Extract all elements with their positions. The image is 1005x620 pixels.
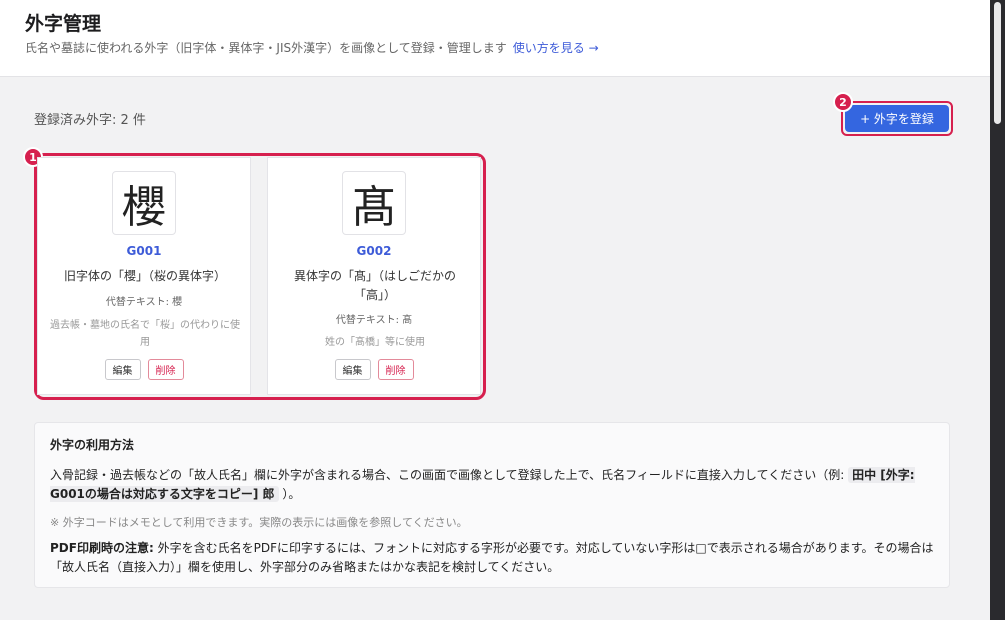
card-actions: 編集 削除	[38, 359, 250, 380]
gaiji-code: G002	[356, 244, 392, 258]
registered-count: 登録済み外字: 2 件	[34, 113, 146, 128]
usage-instructions: 入骨記録・過去帳などの「故人氏名」欄に外字が含まれる場合、この画面で画像として登…	[50, 466, 940, 504]
gaiji-alt-text: 代替テキスト: 髙	[335, 315, 413, 326]
help-link[interactable]: 使い方を見る →	[513, 41, 599, 55]
gaiji-code: G001	[126, 244, 162, 258]
page-subtitle: 氏名や墓誌に使われる外字（旧字体・異体字・JIS外漢字）を画像として登録・管理し…	[25, 39, 599, 56]
gaiji-card: 髙 G002 異体字の「髙」（はしごだかの「高」） 代替テキスト: 髙 姓の「髙…	[267, 157, 481, 395]
register-button-highlight: + 外字を登録	[841, 101, 953, 136]
glyph-image: 櫻	[112, 171, 176, 235]
usage-title: 外字の利用方法	[50, 438, 135, 452]
scrollbar-thumb[interactable]	[994, 2, 1001, 124]
page-header: 外字管理 氏名や墓誌に使われる外字（旧字体・異体字・JIS外漢字）を画像として登…	[0, 0, 990, 77]
pdf-print-note: PDF印刷時の注意: 外字を含む氏名をPDFに印字するには、フォントに対応する字…	[50, 539, 940, 577]
scrollbar[interactable]	[990, 0, 1005, 620]
usage-instructions-end: ）。	[282, 487, 301, 501]
usage-panel: 外字の利用方法 入骨記録・過去帳などの「故人氏名」欄に外字が含まれる場合、この画…	[34, 422, 950, 588]
delete-button[interactable]: 削除	[377, 359, 414, 380]
page-title: 外字管理	[25, 13, 102, 35]
glyph-image: 髙	[342, 171, 406, 235]
gaiji-description: 異体字の「髙」（はしごだかの「高」）	[293, 269, 456, 302]
edit-button[interactable]: 編集	[104, 359, 141, 380]
gaiji-note: 姓の「髙橋」等に使用	[325, 337, 425, 348]
pdf-print-note-label: PDF印刷時の注意:	[50, 541, 154, 555]
delete-button[interactable]: 削除	[147, 359, 184, 380]
gaiji-description: 旧字体の「櫻」（桜の異体字）	[63, 269, 226, 283]
usage-note: ※ 外字コードはメモとして利用できます。実際の表示には画像を参照してください。	[50, 516, 468, 529]
gaiji-note: 過去帳・墓地の氏名で「桜」の代わりに使用	[50, 320, 240, 348]
register-gaiji-button[interactable]: + 外字を登録	[845, 105, 949, 132]
pdf-print-note-text: 外字を含む氏名をPDFに印字するには、フォントに対応する字形が必要です。対応して…	[50, 541, 934, 574]
gaiji-alt-text: 代替テキスト: 櫻	[105, 297, 183, 308]
gaiji-card: 櫻 G001 旧字体の「櫻」（桜の異体字） 代替テキスト: 櫻 過去帳・墓地の氏…	[37, 157, 251, 395]
annotation-badge-2: 2	[833, 92, 853, 112]
subtitle-text: 氏名や墓誌に使われる外字（旧字体・異体字・JIS外漢字）を画像として登録・管理し…	[25, 41, 507, 55]
card-actions: 編集 削除	[268, 359, 480, 380]
edit-button[interactable]: 編集	[334, 359, 371, 380]
usage-instructions-text: 入骨記録・過去帳などの「故人氏名」欄に外字が含まれる場合、この画面で画像として登…	[50, 468, 845, 482]
